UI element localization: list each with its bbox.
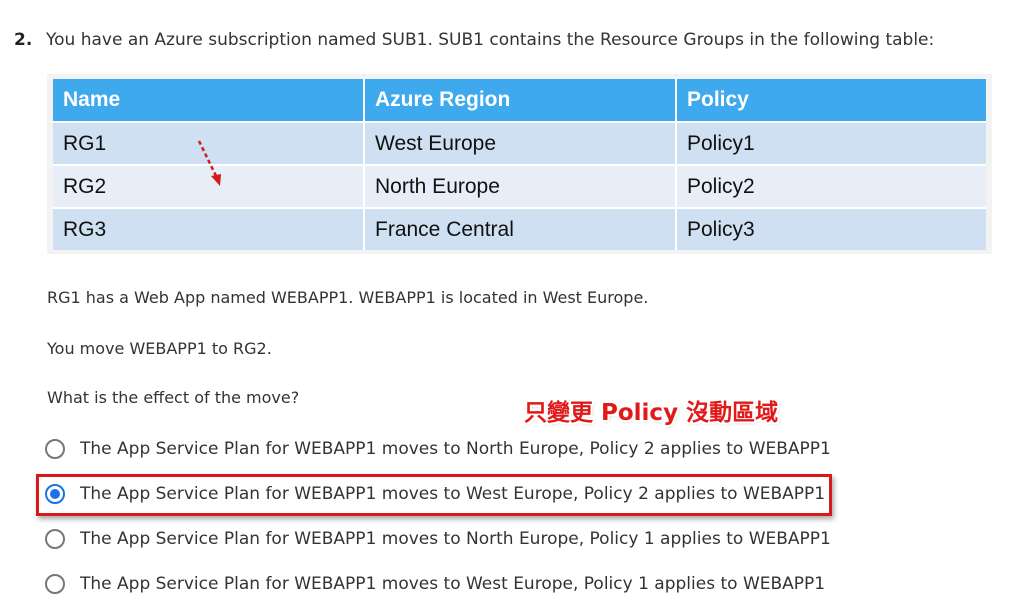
radio-unchecked-icon[interactable] — [45, 439, 65, 459]
radio-checked-icon[interactable] — [45, 484, 65, 504]
annotation-note: 只變更 Policy 沒動區域 — [524, 400, 779, 426]
radio-unchecked-icon[interactable] — [45, 529, 65, 549]
answer-option-label: The App Service Plan for WEBAPP1 moves t… — [80, 484, 826, 504]
radio-unchecked-icon[interactable] — [45, 574, 65, 594]
resource-groups-table-container: Name Azure Region Policy RG1 West Europe… — [47, 74, 992, 254]
cell-region: North Europe — [364, 164, 677, 208]
question-number: 2. — [14, 30, 33, 50]
table-row: RG2 North Europe Policy2 — [53, 164, 986, 208]
header-policy: Policy — [676, 79, 986, 122]
resource-groups-table: Name Azure Region Policy RG1 West Europe… — [53, 79, 986, 250]
paragraph-webapp-location: RG1 has a Web App named WEBAPP1. WEBAPP1… — [47, 288, 649, 307]
table-row: RG3 France Central Policy3 — [53, 207, 986, 250]
question-text: You have an Azure subscription named SUB… — [46, 30, 935, 50]
cell-policy: Policy1 — [676, 121, 986, 165]
header-azure-region: Azure Region — [364, 79, 677, 122]
answer-option-label: The App Service Plan for WEBAPP1 moves t… — [80, 574, 826, 594]
paragraph-question: What is the effect of the move? — [47, 388, 300, 407]
paragraph-move-action: You move WEBAPP1 to RG2. — [47, 339, 272, 358]
cell-policy: Policy2 — [676, 164, 986, 208]
answer-option-1[interactable]: The App Service Plan for WEBAPP1 moves t… — [45, 435, 831, 463]
cell-region: France Central — [364, 207, 677, 250]
header-name: Name — [53, 79, 365, 122]
answer-option-3[interactable]: The App Service Plan for WEBAPP1 moves t… — [45, 525, 831, 553]
question-header: 2. You have an Azure subscription named S… — [14, 30, 934, 50]
cell-region: West Europe — [364, 121, 677, 165]
answer-option-label: The App Service Plan for WEBAPP1 moves t… — [80, 439, 831, 459]
cell-policy: Policy3 — [676, 207, 986, 250]
table-row: RG1 West Europe Policy1 — [53, 121, 986, 165]
cell-name: RG3 — [53, 207, 365, 250]
answer-option-label: The App Service Plan for WEBAPP1 moves t… — [80, 529, 831, 549]
dashed-arrow-icon — [197, 140, 221, 186]
answer-option-2[interactable]: The App Service Plan for WEBAPP1 moves t… — [45, 480, 825, 508]
answer-option-4[interactable]: The App Service Plan for WEBAPP1 moves t… — [45, 570, 825, 598]
table-header-row: Name Azure Region Policy — [53, 79, 986, 122]
